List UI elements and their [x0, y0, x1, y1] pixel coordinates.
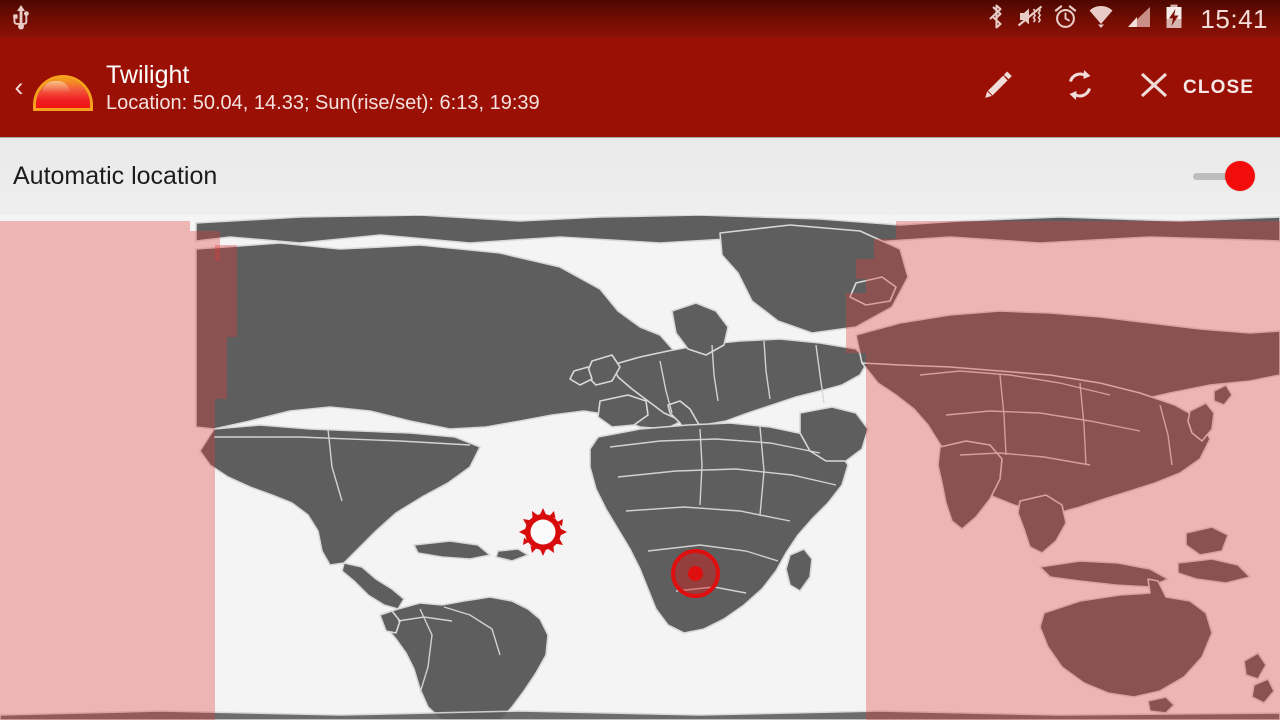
- android-status-bar: 15:41: [0, 0, 1280, 38]
- night-band-east-step1: [896, 221, 1280, 279]
- night-band-east-step3: [856, 259, 874, 279]
- night-band-west-step1: [0, 221, 190, 261]
- sunset-dome-shape: [36, 77, 90, 108]
- world-map[interactable]: [0, 215, 1280, 720]
- status-bar-right-icons: 15:41: [986, 3, 1280, 35]
- night-band-east-main: [866, 279, 1280, 720]
- twilight-app-screen: 15:41 ‹ Twilight Location: 50.04, 14.33;…: [0, 0, 1280, 720]
- usb-icon: [10, 4, 32, 35]
- signal-bars-icon: [1124, 4, 1152, 35]
- page-title: Twilight: [106, 60, 190, 89]
- status-bar-clock: 15:41: [1200, 4, 1268, 34]
- wifi-icon: [1087, 4, 1115, 35]
- page-subtitle: Location: 50.04, 14.33; Sun(rise/set): 6…: [106, 91, 540, 114]
- automatic-location-toggle[interactable]: [1193, 161, 1255, 191]
- night-band-west-step3: [215, 245, 237, 337]
- location-center-dot: [688, 566, 703, 581]
- night-band-east-step4: [846, 293, 866, 353]
- action-bar-titles: Twilight Location: 50.04, 14.33; Sun(ris…: [106, 60, 540, 116]
- automatic-location-label: Automatic location: [13, 161, 218, 190]
- action-bar-buttons: CLOSE: [957, 38, 1280, 137]
- close-button[interactable]: CLOSE: [1121, 38, 1258, 137]
- edit-button[interactable]: [957, 38, 1039, 137]
- sun-icon: [519, 508, 567, 556]
- refresh-button[interactable]: [1039, 38, 1121, 137]
- twilight-sunset-icon[interactable]: [34, 59, 92, 117]
- refresh-icon: [1061, 66, 1099, 109]
- close-icon: [1137, 68, 1171, 107]
- pencil-icon: [979, 66, 1017, 109]
- battery-charging-icon: [1161, 3, 1187, 35]
- night-band-east-step2: [874, 239, 896, 279]
- night-twilight-overlay: [0, 215, 1280, 720]
- app-action-bar: ‹ Twilight Location: 50.04, 14.33; Sun(r…: [0, 38, 1280, 137]
- close-button-label: CLOSE: [1183, 76, 1254, 98]
- back-chevron-icon[interactable]: ‹: [6, 74, 32, 101]
- night-band-west-main: [0, 261, 215, 720]
- bluetooth-icon: [986, 3, 1007, 35]
- sun-position-marker[interactable]: [519, 508, 567, 556]
- automatic-location-row[interactable]: Automatic location: [0, 137, 1280, 215]
- alarm-icon: [1053, 4, 1078, 35]
- status-bar-left-icons: [0, 4, 32, 35]
- toggle-thumb: [1225, 161, 1255, 191]
- current-location-marker[interactable]: [671, 549, 720, 598]
- vibrate-muted-icon: [1016, 3, 1044, 35]
- night-band-west-step4: [215, 337, 227, 399]
